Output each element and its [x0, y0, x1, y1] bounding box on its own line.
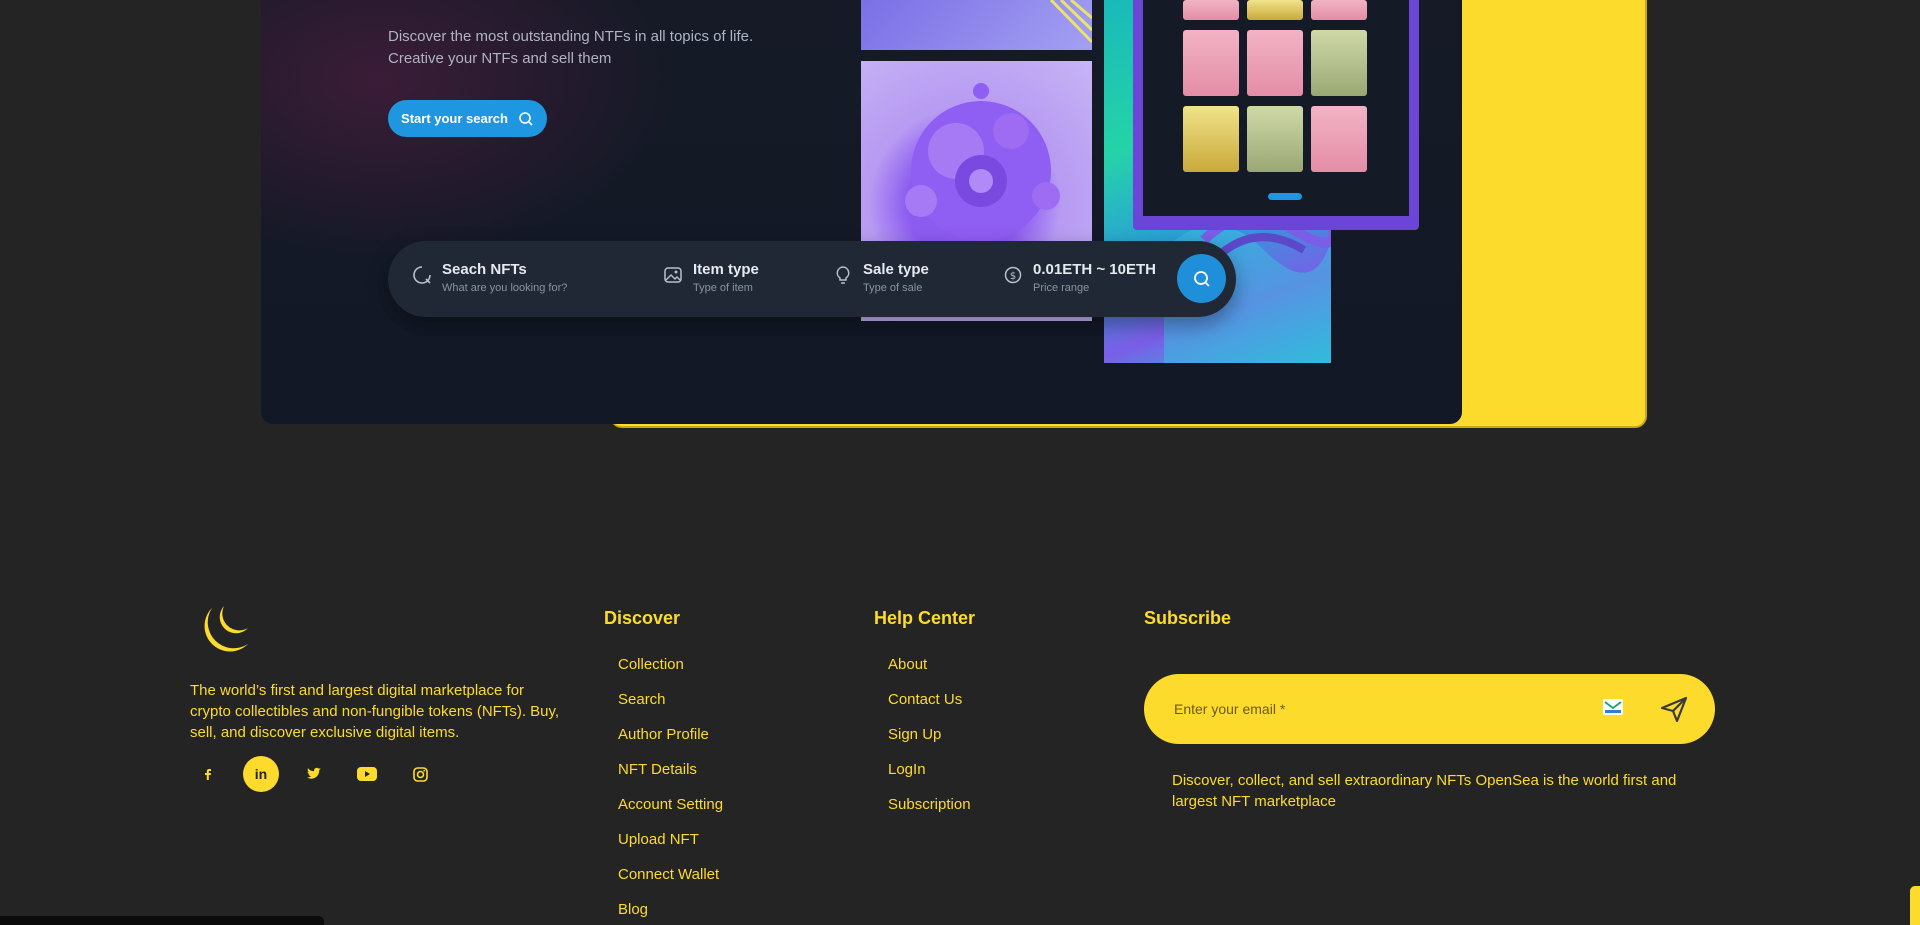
bottom-overlay-bar — [0, 916, 324, 925]
dollar-icon: $ — [1004, 266, 1022, 284]
item-type-title: Item type — [693, 261, 759, 278]
nft-thumbnail — [1183, 30, 1239, 96]
nft-thumbnail — [1247, 0, 1303, 20]
search-loading-icon — [413, 266, 431, 284]
subscribe-heading: Subscribe — [1144, 608, 1232, 628]
help-center-heading: Help Center — [874, 608, 976, 628]
search-field-title: Seach NFTs — [442, 261, 527, 278]
nft-grid — [1183, 0, 1371, 172]
price-range-subtitle: Price range — [1033, 282, 1090, 294]
start-search-button[interactable]: Start your search — [388, 100, 547, 137]
search-field-subtitle: What are you looking for? — [442, 282, 568, 294]
palm-leaf-graphic — [1049, 0, 1092, 44]
discover-heading: Discover — [604, 608, 681, 628]
nft-thumbnail — [1183, 0, 1239, 20]
email-input[interactable] — [1174, 696, 1554, 722]
send-icon[interactable] — [1658, 693, 1690, 725]
footer-about-text: The world’s first and largest digital ma… — [190, 682, 560, 741]
footer-link-subscription[interactable]: Subscription — [888, 795, 971, 830]
nft-thumbnail — [1311, 30, 1367, 96]
sale-type-title: Sale type — [863, 261, 929, 278]
footer-link-search[interactable]: Search — [618, 690, 723, 725]
svg-text:$: $ — [1010, 271, 1016, 282]
footer-link-connect-wallet[interactable]: Connect Wallet — [618, 865, 723, 900]
image-icon — [664, 267, 682, 283]
instagram-icon[interactable] — [402, 756, 438, 792]
lightbulb-icon — [836, 266, 850, 284]
item-type-field[interactable]: Item type Type of item — [663, 261, 759, 297]
discover-links: Collection Search Author Profile NFT Det… — [618, 655, 723, 925]
footer-link-contact-us[interactable]: Contact Us — [888, 690, 971, 725]
start-search-label: Start your search — [401, 111, 508, 126]
view-more-button — [1268, 193, 1302, 200]
page-scrollbar-thumb[interactable] — [1910, 886, 1920, 925]
search-nfts-field[interactable]: Seach NFTs What are you looking for? — [412, 261, 567, 297]
footer-link-about[interactable]: About — [888, 655, 971, 690]
footer-link-blog[interactable]: Blog — [618, 900, 723, 925]
subscribe-description: Discover, collect, and sell extraordinar… — [1172, 772, 1677, 810]
footer-link-author-profile[interactable]: Author Profile — [618, 725, 723, 760]
search-icon — [519, 111, 533, 126]
sale-type-field[interactable]: Sale type Type of sale — [833, 261, 929, 297]
search-submit-button[interactable] — [1177, 254, 1226, 303]
footer-link-collection[interactable]: Collection — [618, 655, 723, 690]
hero-description-line-2: Creative your NTFs and sell them — [388, 50, 612, 67]
sale-type-subtitle: Type of sale — [863, 282, 923, 294]
hero-description: Discover the most outstanding NTFs in al… — [388, 26, 808, 70]
subscribe-form — [1144, 674, 1715, 744]
footer-link-nft-details[interactable]: NFT Details — [618, 760, 723, 795]
nft-search-bar: Seach NFTs What are you looking for? Ite… — [388, 241, 1236, 317]
linkedin-icon[interactable]: in — [243, 756, 279, 792]
help-center-links: About Contact Us Sign Up LogIn Subscript… — [888, 655, 971, 830]
nft-artwork-tile[interactable] — [861, 0, 1092, 50]
youtube-icon[interactable] — [349, 756, 385, 792]
nft-thumbnail — [1311, 0, 1367, 20]
hero-card: Discover the most outstanding NTFs in al… — [261, 0, 1462, 424]
nft-thumbnail — [1247, 30, 1303, 96]
brand-logo[interactable] — [198, 600, 254, 652]
price-range-field[interactable]: $ 0.01ETH ~ 10ETH Price range — [1003, 261, 1156, 297]
linkedin-label: in — [254, 766, 268, 782]
footer-link-upload-nft[interactable]: Upload NFT — [618, 830, 723, 865]
email-badge-icon — [1603, 699, 1623, 715]
footer-link-login[interactable]: LogIn — [888, 760, 971, 795]
item-type-subtitle: Type of item — [693, 282, 753, 294]
price-range-title: 0.01ETH ~ 10ETH — [1033, 261, 1156, 278]
nft-thumbnail — [1183, 106, 1239, 172]
hero-description-line-1: Discover the most outstanding NTFs in al… — [388, 28, 754, 45]
search-icon — [1193, 270, 1210, 287]
nft-thumbnail — [1247, 106, 1303, 172]
nft-collection-screenshot[interactable] — [1133, 0, 1419, 230]
facebook-icon[interactable] — [190, 756, 226, 792]
footer-link-sign-up[interactable]: Sign Up — [888, 725, 971, 760]
footer-link-account-setting[interactable]: Account Setting — [618, 795, 723, 830]
nft-thumbnail — [1311, 106, 1367, 172]
twitter-icon[interactable] — [296, 756, 332, 792]
social-links: in — [190, 756, 438, 792]
